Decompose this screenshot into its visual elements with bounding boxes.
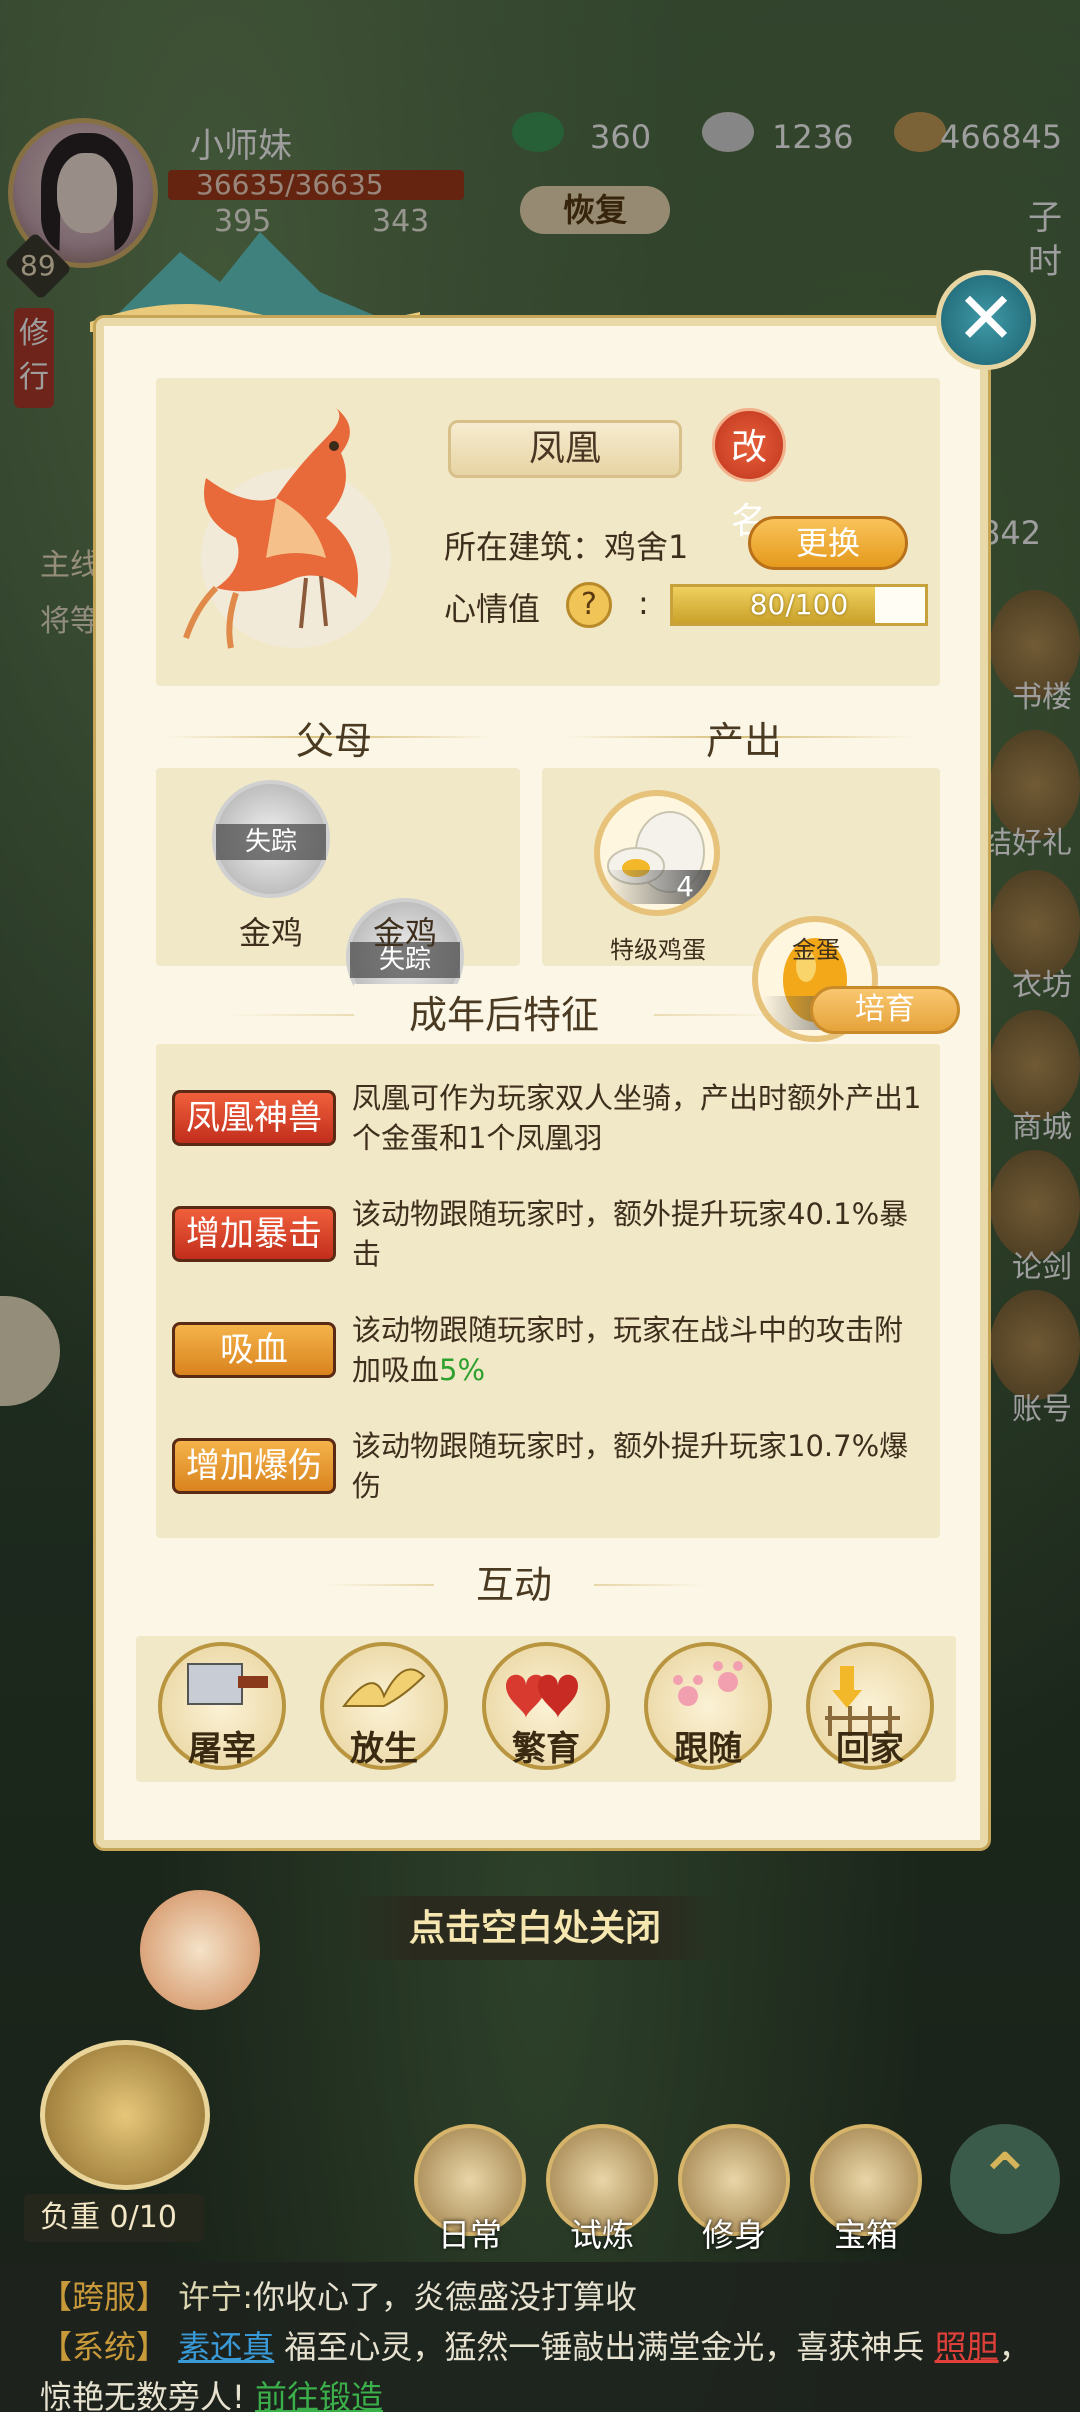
nav-treasure-label: 宝箱 [833, 2216, 898, 2254]
trait-badge: 增加暴击 [172, 1206, 336, 1262]
chat-player-link[interactable]: 素还真 [178, 2328, 274, 2366]
cultivate-button[interactable]: 培育 [810, 986, 960, 1034]
mood-bar: 80/100 [670, 584, 928, 626]
mood-help-icon[interactable]: ? [566, 582, 612, 628]
trait-description: 凤凰可作为玩家双人坐骑，产出时额外产出1个金蛋和1个凤凰羽 [352, 1081, 922, 1155]
breed-button[interactable]: 繁育 [482, 1642, 610, 1770]
output-panel: 4 特级鸡蛋 1 金蛋 [542, 768, 940, 1042]
building-label: 所在建筑：鸡舍1 [444, 528, 689, 566]
chat-forge-link[interactable]: 前往锻造 [255, 2378, 383, 2412]
trait-badge: 增加爆伤 [172, 1438, 336, 1494]
rename-button[interactable]: 改名 [712, 408, 786, 542]
item-count: 4 [604, 870, 714, 904]
go-home-button[interactable]: 回家 [806, 1642, 934, 1770]
interact-title: 互动 [434, 1554, 594, 1609]
traits-panel: 凤凰神兽 凤凰可作为玩家双人坐骑，产出时额外产出1个金蛋和1个凤凰羽 增加暴击 … [156, 1044, 940, 1538]
trait-description: 该动物跟随玩家时，额外提升玩家10.7%爆伤 [352, 1429, 909, 1503]
special-egg-item[interactable]: 4 [594, 790, 720, 916]
item-name: 特级鸡蛋 [610, 936, 706, 964]
chat-line: 【跨服】 许宁:你收心了，炎德盛没打算收 [40, 2278, 637, 2316]
parents-panel: 失踪 金鸡 失踪 金鸡 [156, 768, 520, 1016]
tap-blank-to-close-hint: 点击空白处关闭 [340, 1896, 730, 1960]
item-name: 金蛋 [792, 936, 840, 964]
slaughter-button[interactable]: 屠宰 [158, 1642, 286, 1770]
nav-daily-label: 日常 [437, 2216, 502, 2254]
animal-detail-modal: 凤凰 改名 所在建筑：鸡舍1 更换 心情值 ? : 80/100 父母 产出 失… [96, 318, 988, 1848]
trait-highlight: 5% [439, 1353, 486, 1387]
trait-description: 该动物跟随玩家时，玩家在战斗中的攻击附加吸血5% [352, 1313, 904, 1387]
trait-badge: 吸血 [172, 1322, 336, 1378]
output-title: 产出 [705, 719, 782, 763]
chat-item-link[interactable]: 照胆 [935, 2328, 999, 2366]
chat-line: 【系统】 素还真 福至心灵，猛然一锤敲出满堂金光，喜获神兵 照胆，惊艳无数旁人!… [40, 2322, 1040, 2412]
traits-title: 成年后特征 [354, 984, 654, 1039]
animal-name-plate: 凤凰 [448, 420, 682, 478]
follow-button[interactable]: 跟随 [644, 1642, 772, 1770]
mood-value: 80/100 [749, 588, 849, 621]
parent-name: 金鸡 [372, 914, 437, 952]
change-building-button[interactable]: 更换 [748, 516, 908, 570]
pet-phoenix-icon[interactable] [140, 1890, 260, 2010]
parent-name: 金鸡 [238, 914, 303, 952]
mood-label: 心情值 [444, 590, 541, 628]
animal-info-panel: 凤凰 改名 所在建筑：鸡舍1 更换 心情值 ? : 80/100 [156, 378, 940, 686]
storage-cart-icon[interactable] [40, 2040, 210, 2190]
parent-bird-1[interactable]: 失踪 [212, 780, 330, 898]
weight-indicator: 负重 0/10 [24, 2194, 204, 2242]
expand-menu-icon[interactable]: ⌃ [950, 2124, 1060, 2234]
phoenix-portrait [183, 408, 391, 649]
close-icon[interactable]: ✕ [936, 270, 1036, 370]
nav-cultivation-label: 修身 [701, 2216, 766, 2254]
trait-description: 该动物跟随玩家时，额外提升玩家40.1%暴击 [352, 1197, 909, 1271]
release-button[interactable]: 放生 [320, 1642, 448, 1770]
parents-title: 父母 [295, 719, 372, 763]
parent-status: 失踪 [216, 824, 326, 860]
nav-trial-label: 试炼 [569, 2216, 634, 2254]
mountain-cloud-decoration [90, 232, 420, 332]
chat-feed[interactable]: 【跨服】 许宁:你收心了，炎德盛没打算收 【系统】 素还真 福至心灵，猛然一锤敲… [0, 2262, 1080, 2412]
trait-badge: 凤凰神兽 [172, 1090, 336, 1146]
mood-colon: : [638, 584, 649, 622]
interact-panel: 屠宰 放生 繁育 跟随 回家 [136, 1636, 956, 1782]
